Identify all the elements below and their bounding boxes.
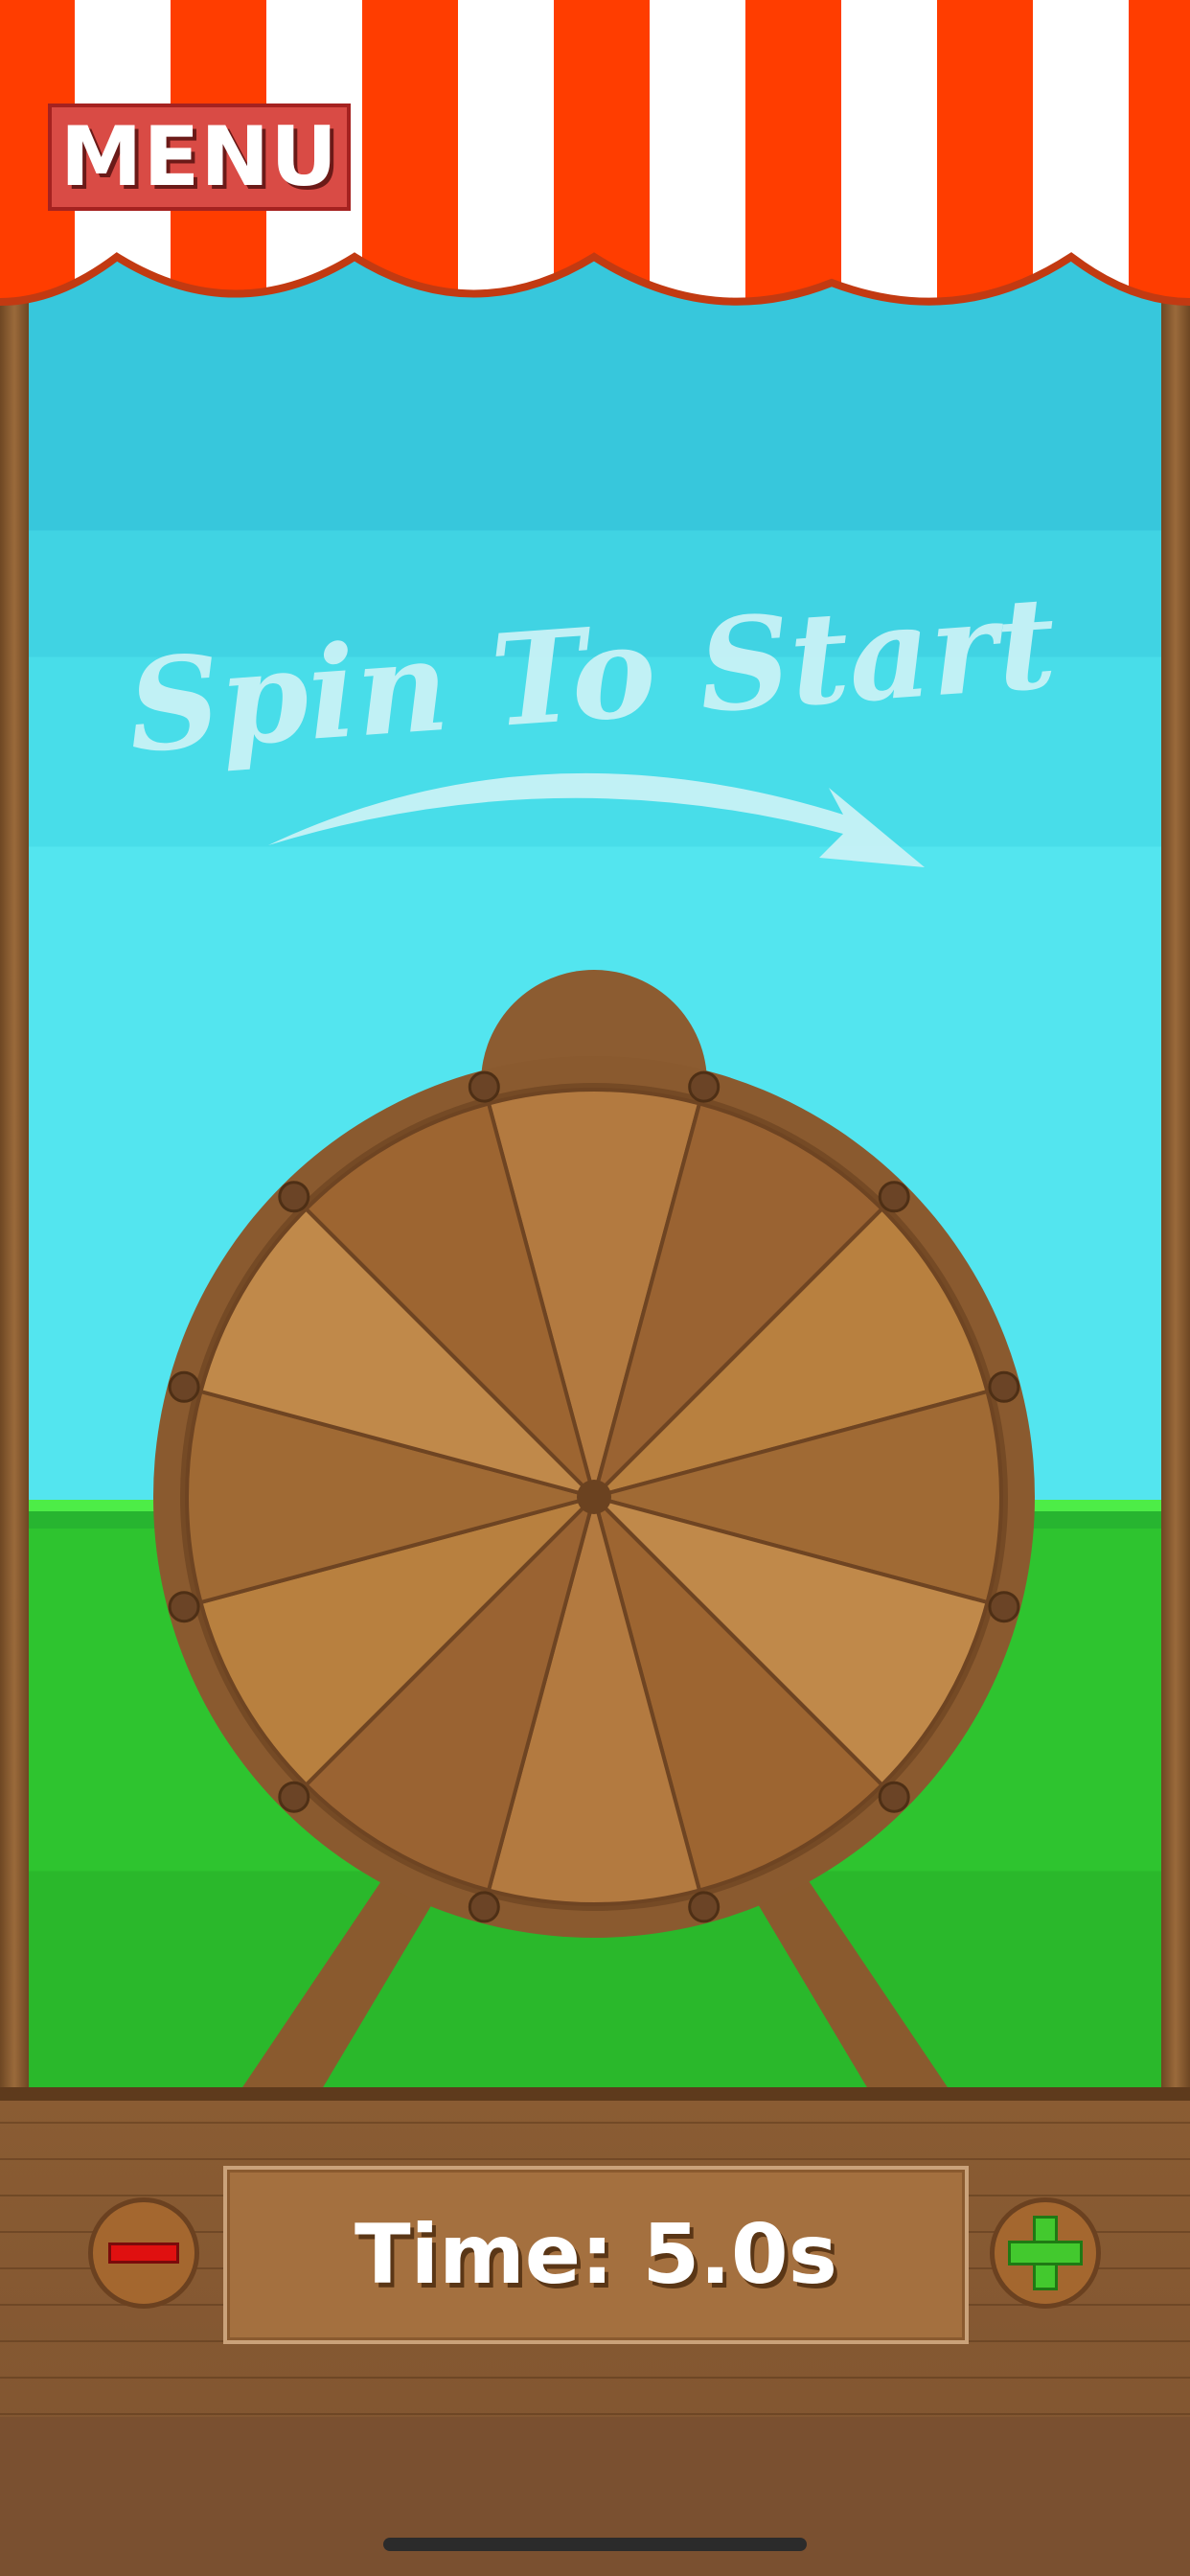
wheel-bolt xyxy=(468,1891,500,1923)
wheel-bolt xyxy=(468,1070,500,1103)
spin-hint-text: Spin To Start xyxy=(124,575,1061,782)
awning-stripe xyxy=(841,0,937,302)
game-screen: MENU Spin To Start Time: 5.0s xyxy=(0,0,1190,2576)
wheel-bolt xyxy=(278,1781,310,1813)
spin-hint: Spin To Start xyxy=(124,575,1061,867)
spin-wheel[interactable] xyxy=(0,958,1190,2099)
time-label: Time: 5.0s xyxy=(355,2207,837,2303)
minus-icon xyxy=(108,2242,179,2264)
wheel-bolt xyxy=(168,1591,200,1623)
plus-icon xyxy=(1008,2216,1083,2290)
wheel-bolt xyxy=(688,1070,721,1103)
wheel-bolt xyxy=(688,1891,721,1923)
control-bar-edge xyxy=(0,2087,1190,2101)
curved-arrow-icon xyxy=(268,772,925,867)
menu-button-label: MENU xyxy=(59,109,339,205)
wheel-bolt xyxy=(988,1370,1020,1403)
wheel-bolt xyxy=(168,1370,200,1403)
home-indicator xyxy=(383,2538,807,2551)
wheel-bolt xyxy=(878,1781,910,1813)
awning-stripe xyxy=(1129,0,1190,302)
wheel-bolt xyxy=(878,1181,910,1213)
increase-time-button[interactable] xyxy=(990,2197,1101,2309)
awning-stripe xyxy=(937,0,1033,302)
wheel-bolt xyxy=(278,1181,310,1213)
control-bar-base xyxy=(0,2417,1190,2576)
awning-stripe xyxy=(650,0,745,302)
wheel-bolt xyxy=(988,1591,1020,1623)
awning-stripe xyxy=(458,0,554,302)
menu-button[interactable]: MENU xyxy=(48,104,351,211)
wheel-hub xyxy=(577,1480,611,1514)
awning-stripe xyxy=(745,0,841,302)
time-display: Time: 5.0s xyxy=(223,2166,969,2344)
decrease-time-button[interactable] xyxy=(88,2197,199,2309)
